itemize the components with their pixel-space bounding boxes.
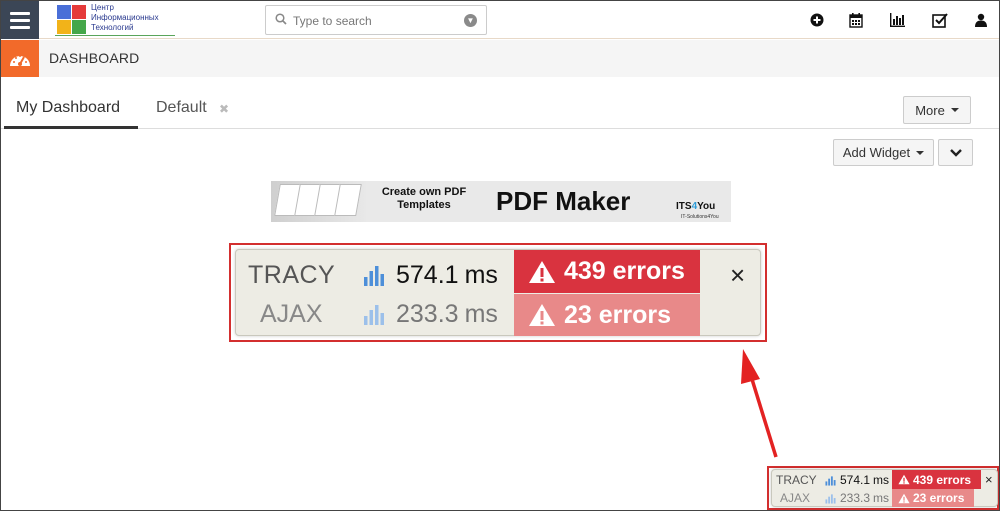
caret-down-icon: [916, 150, 925, 155]
menu-icon[interactable]: [1, 1, 39, 39]
ajax-time: 233.3 ms: [396, 299, 498, 328]
collapse-button[interactable]: [938, 139, 973, 166]
bar-chart-icon[interactable]: [889, 12, 905, 28]
chevron-down-icon[interactable]: ▼: [464, 14, 477, 27]
bar-chart-icon: [825, 490, 836, 507]
ajax-errors-badge[interactable]: 23 errors: [514, 294, 700, 336]
bar-chart-icon: [363, 258, 387, 292]
caret-down-icon: [950, 108, 959, 112]
ajax-label: AJAX: [260, 299, 323, 328]
top-bar: Центр Информационных Технологий ▼: [1, 1, 999, 39]
tab-my-dashboard[interactable]: My Dashboard: [16, 99, 120, 117]
close-tab-icon[interactable]: ✖: [219, 102, 229, 116]
pdf-maker-banner[interactable]: Create own PDF Templates PDF Maker ITS4Y…: [271, 181, 731, 222]
tracy-time-small: 574.1 ms: [840, 472, 890, 487]
warning-icon: [529, 260, 555, 283]
calendar-icon[interactable]: [848, 12, 864, 28]
search-box[interactable]: ▼: [265, 5, 487, 35]
dashboard-tabs: My Dashboard Default ✖ More: [1, 85, 999, 129]
active-tab-indicator: [4, 126, 138, 129]
banner-product-name: PDF Maker: [496, 186, 631, 216]
more-button-label: More: [915, 102, 945, 118]
ajax-label-small: AJAX: [780, 490, 811, 505]
company-logo[interactable]: Центр Информационных Технологий: [55, 3, 175, 37]
warning-icon: [898, 474, 910, 485]
chevron-down-icon: [949, 148, 962, 157]
dashboard-gauge-icon[interactable]: [1, 40, 39, 77]
search-icon: [275, 13, 287, 25]
banner-tagline: Create own PDF Templates: [381, 186, 467, 211]
more-button[interactable]: More: [903, 96, 971, 124]
tracy-errors-badge-small[interactable]: 439 errors: [892, 470, 981, 489]
logo-text: Центр Информационных Технологий: [91, 3, 159, 32]
bar-chart-icon: [825, 472, 836, 489]
tracy-time: 574.1 ms: [396, 260, 498, 289]
bar-chart-icon: [363, 297, 387, 331]
tab-default[interactable]: Default: [156, 99, 207, 117]
banner-brand: ITS4You: [676, 201, 716, 212]
ajax-errors-badge-small[interactable]: 23 errors: [892, 489, 974, 507]
tracy-errors-badge[interactable]: 439 errors: [514, 250, 700, 293]
tracy-close-button-small[interactable]: ×: [985, 471, 993, 488]
add-widget-button[interactable]: Add Widget: [833, 139, 934, 166]
tracy-close-button[interactable]: ×: [730, 258, 745, 292]
search-input[interactable]: [293, 11, 463, 31]
tracy-label: TRACY: [248, 260, 336, 289]
banner-documents-graphic: [271, 181, 366, 222]
ajax-time-small: 233.3 ms: [840, 490, 890, 505]
user-icon[interactable]: [973, 12, 989, 28]
plus-circle-icon[interactable]: [809, 12, 825, 28]
page-title: DASHBOARD: [49, 50, 140, 66]
tracy-debug-bar-enlarged: TRACY 574.1 ms 439 errors × AJAX 233.3 ms …: [235, 249, 761, 336]
checkbox-icon[interactable]: [932, 12, 948, 28]
tracy-debug-bar: TRACY 574.1 ms 439 errors × AJAX 233.3 ms …: [771, 469, 998, 507]
add-widget-label: Add Widget: [842, 145, 911, 160]
warning-icon: [529, 304, 555, 326]
module-bar: DASHBOARD: [1, 40, 999, 77]
tracy-label-small: TRACY: [776, 472, 817, 487]
banner-brand-subtitle: IT-Solutions4You: [681, 214, 719, 220]
warning-icon: [898, 493, 910, 503]
